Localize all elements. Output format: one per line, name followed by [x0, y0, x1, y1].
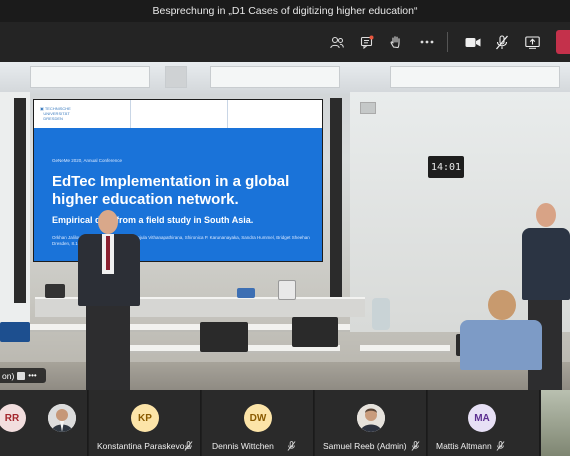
participant-tile[interactable]: Samuel Reeb (Admin) [315, 390, 427, 456]
slide-title: EdTec Implementation in a global higher … [52, 173, 290, 208]
participant-tile[interactable]: RR [0, 390, 88, 456]
projector-box [278, 280, 296, 300]
presentation-screen: ▣ TECHNISCHE UNIVERSITÄT DRESDEN GeNeMe … [33, 99, 323, 262]
slide-divider [227, 100, 228, 128]
participant-tile[interactable]: MA Mattis Altmann [428, 390, 540, 456]
monitor [45, 284, 65, 298]
participant-strip: RR KP Konstantina Paraskevo... DW Dennis… [0, 390, 570, 456]
chat-icon[interactable] [356, 31, 378, 53]
toolbar-divider [447, 32, 448, 52]
slide-subtitle: Empirical data from a field study in Sou… [52, 215, 254, 225]
water-bottles [372, 298, 390, 330]
participant-tile[interactable]: DW Dennis Wittchen [202, 390, 314, 456]
slide-divider [130, 100, 131, 128]
ceiling-light [30, 66, 150, 88]
device [237, 288, 255, 298]
mic-muted-icon [184, 441, 193, 451]
participants-icon[interactable] [326, 31, 348, 53]
participant-name: Mattis Altmann [436, 441, 492, 451]
avatar: KP [131, 404, 159, 432]
more-options-icon[interactable] [416, 31, 438, 53]
participant-name: Samuel Reeb (Admin) [323, 441, 407, 451]
video-stream-label: on) ••• [0, 368, 46, 383]
participant-icon [17, 371, 26, 380]
meeting-toolbar [0, 22, 570, 62]
mic-muted-icon [496, 441, 505, 451]
slide-header: ▣ TECHNISCHE UNIVERSITÄT DRESDEN [34, 100, 322, 128]
university-logo: ▣ TECHNISCHE UNIVERSITÄT DRESDEN [40, 106, 71, 121]
avatar [357, 404, 385, 432]
mic-muted-icon[interactable] [491, 31, 513, 53]
avatar: DW [244, 404, 272, 432]
main-video-feed[interactable]: ▣ TECHNISCHE UNIVERSITÄT DRESDEN GeNeMe … [0, 62, 570, 390]
wall-sensor [360, 102, 376, 114]
leave-icon[interactable] [556, 30, 570, 54]
avatar [48, 404, 76, 432]
share-screen-icon[interactable] [521, 31, 543, 53]
ceiling-vent [165, 66, 187, 88]
more-icon[interactable]: ••• [28, 371, 36, 380]
speaker-panel [14, 98, 26, 303]
window-title-bar: Besprechung in „D1 Cases of digitizing h… [0, 0, 570, 22]
participant-tile[interactable]: KP Konstantina Paraskevo... [89, 390, 201, 456]
raise-hand-icon[interactable] [385, 31, 407, 53]
ceiling-light [390, 66, 560, 88]
chair [200, 322, 248, 352]
participant-tile[interactable] [541, 390, 570, 456]
slide-conference: GeNeMe 2020, Annual Conference [52, 158, 123, 163]
wall-clock: 14:01 [428, 156, 464, 178]
participant-name: Dennis Wittchen [212, 441, 274, 451]
avatar: RR [0, 404, 26, 432]
avatar: MA [468, 404, 496, 432]
video-thumbnail [541, 390, 570, 456]
chair [292, 317, 338, 347]
meeting-title: Besprechung in „D1 Cases of digitizing h… [152, 5, 418, 17]
table [360, 345, 450, 353]
mic-muted-icon [287, 441, 296, 451]
mic-muted-icon [411, 441, 420, 451]
camera-icon[interactable] [462, 31, 484, 53]
laptop [0, 322, 30, 342]
ceiling-light [210, 66, 340, 88]
participant-name: Konstantina Paraskevo... [97, 441, 192, 451]
speaker-panel [330, 98, 342, 303]
